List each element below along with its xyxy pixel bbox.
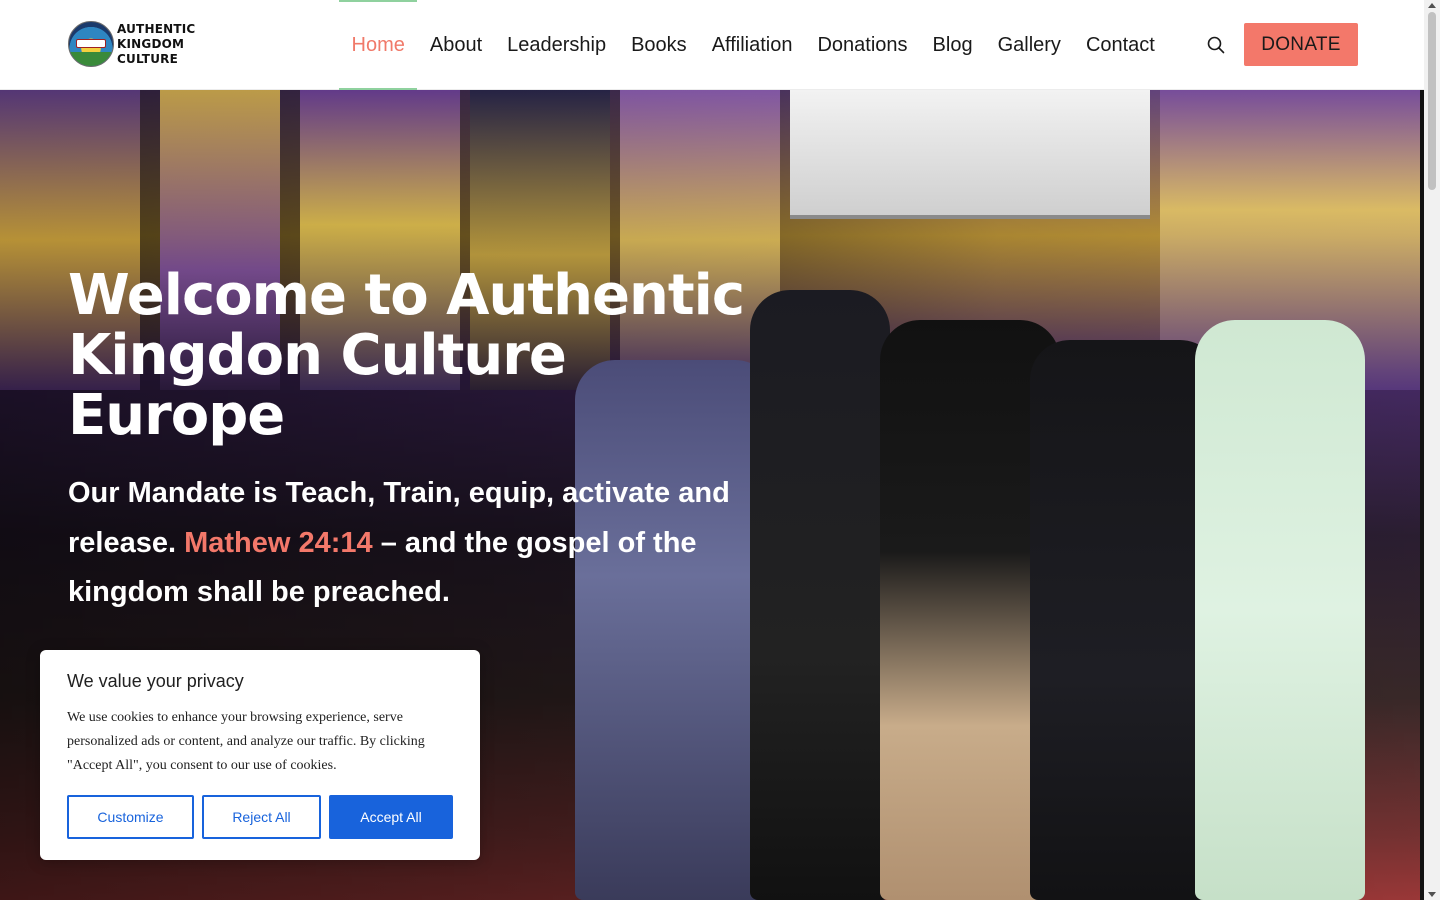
- nav-item-affiliation[interactable]: Affiliation: [699, 0, 805, 90]
- cookie-description: We use cookies to enhance your browsing …: [67, 710, 425, 773]
- main-nav: Home About Leadership Books Affiliation …: [339, 0, 1167, 90]
- nav-item-home[interactable]: Home: [339, 0, 418, 90]
- cookie-title: We value your privacy: [67, 671, 244, 691]
- projector-screen: [790, 90, 1150, 219]
- hero-subtitle: Our Mandate is Teach, Train, equip, acti…: [68, 469, 748, 618]
- nav-item-books[interactable]: Books: [619, 0, 700, 90]
- logo-line: CULTURE: [117, 52, 178, 66]
- cookie-consent-banner: We value your privacy We use cookies to …: [40, 650, 480, 860]
- logo-line: AUTHENTIC: [117, 22, 196, 36]
- customize-button[interactable]: Customize: [67, 795, 194, 839]
- reject-all-button[interactable]: Reject All: [202, 795, 321, 839]
- scroll-up-icon[interactable]: [1428, 3, 1436, 8]
- scrollbar-thumb[interactable]: [1428, 12, 1436, 190]
- accept-all-button[interactable]: Accept All: [329, 795, 453, 839]
- logo-line: KINGDOM: [117, 37, 185, 51]
- scroll-down-icon[interactable]: [1428, 892, 1436, 897]
- cookie-actions: Customize Reject All Accept All: [67, 795, 453, 839]
- nav-item-blog[interactable]: Blog: [920, 0, 985, 90]
- nav-item-gallery[interactable]: Gallery: [985, 0, 1073, 90]
- nav-item-leadership[interactable]: Leadership: [495, 0, 619, 90]
- nav-item-about[interactable]: About: [417, 0, 494, 90]
- bible-verse-link[interactable]: Mathew 24:14: [184, 527, 373, 559]
- nav-item-contact[interactable]: Contact: [1073, 0, 1167, 90]
- logo-wordmark: AUTHENTIC KINGDOM CULTURE: [117, 22, 195, 67]
- donate-button[interactable]: DONATE: [1244, 23, 1358, 66]
- page-scrollbar[interactable]: [1424, 0, 1440, 900]
- site-header: AUTHENTIC KINGDOM CULTURE Home About Lea…: [0, 0, 1424, 90]
- search-icon[interactable]: [1206, 35, 1226, 55]
- site-logo[interactable]: AUTHENTIC KINGDOM CULTURE: [68, 21, 198, 69]
- logo-emblem-icon: [68, 21, 114, 67]
- nav-item-donations[interactable]: Donations: [805, 0, 920, 90]
- hero-title: Welcome to Authentic Kingdon Culture Eur…: [68, 263, 745, 448]
